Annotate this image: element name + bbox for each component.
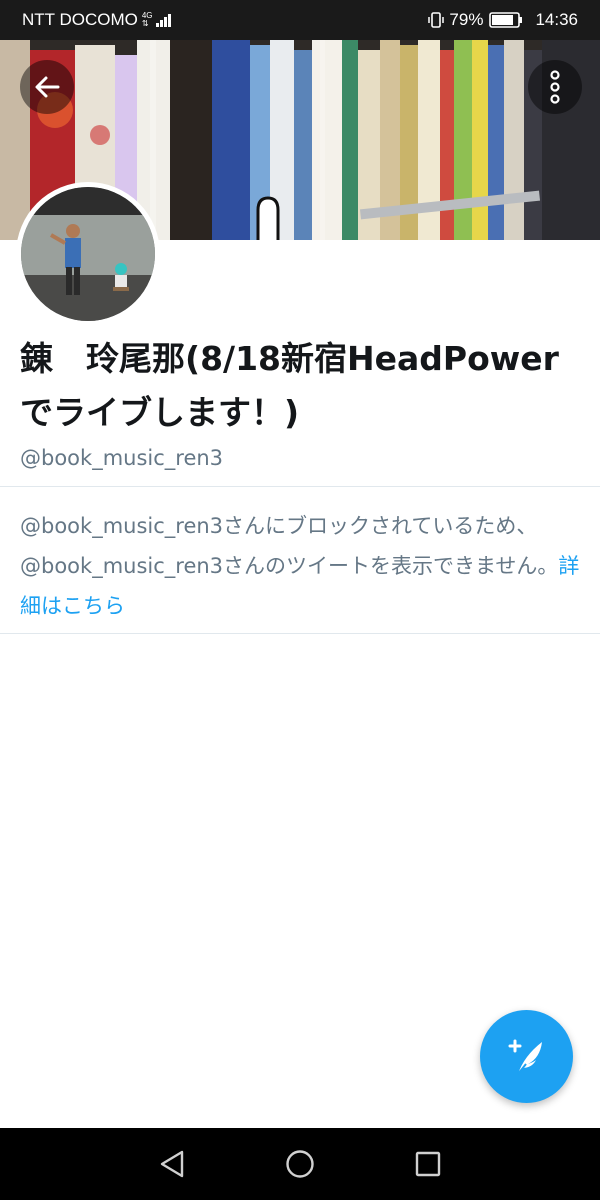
clock: 14:36: [535, 10, 578, 29]
data-activity-icon: ⇅: [141, 19, 149, 28]
nav-home-button[interactable]: [282, 1146, 318, 1182]
nav-back-button[interactable]: [154, 1146, 190, 1182]
back-button[interactable]: [20, 60, 74, 114]
compose-tweet-button[interactable]: [480, 1010, 573, 1103]
battery-percent: 79%: [449, 10, 484, 29]
more-vertical-icon: [550, 70, 560, 104]
status-right: 79% 14:36: [427, 10, 578, 30]
profile-handle: @book_music_ren3: [20, 446, 224, 470]
avatar-image: [21, 187, 155, 321]
signal-icon: [155, 13, 172, 27]
blocked-message: @book_music_ren3さんにブロックされているため、@book_mus…: [20, 514, 559, 578]
battery-icon: [489, 12, 523, 28]
status-left: NTT DOCOMO 4G ⇅: [22, 10, 172, 30]
profile-display-name: 錬 玲尾那(8/18新宿HeadPowerでライブします！): [20, 339, 559, 432]
more-options-button[interactable]: [528, 60, 582, 114]
compose-tweet-icon: [508, 1039, 542, 1075]
status-bar: NTT DOCOMO 4G ⇅ 79% 14:36: [0, 0, 600, 40]
network-type-badge: 4G ⇅: [142, 12, 153, 28]
nav-recents-button[interactable]: [410, 1146, 446, 1182]
recents-square-icon: [415, 1151, 441, 1177]
vibrate-icon: [428, 12, 445, 28]
avatar[interactable]: [16, 182, 160, 326]
arrow-left-icon: [35, 76, 60, 98]
navigation-bar: [0, 1128, 600, 1200]
divider: [0, 633, 600, 634]
blocked-notice: @book_music_ren3さんにブロックされているため、@book_mus…: [20, 506, 580, 626]
divider: [0, 486, 600, 487]
carrier-name: NTT DOCOMO: [22, 10, 138, 29]
back-triangle-icon: [160, 1150, 184, 1178]
home-circle-icon: [286, 1150, 314, 1178]
